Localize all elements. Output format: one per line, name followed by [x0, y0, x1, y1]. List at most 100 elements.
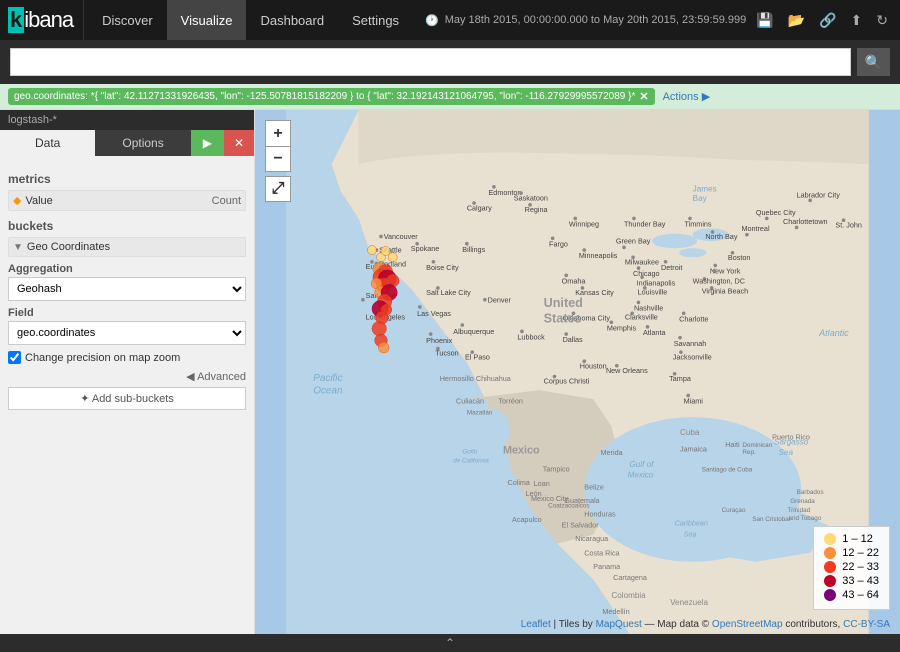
filter-remove[interactable]: ✕	[639, 90, 648, 103]
svg-text:Tampico: Tampico	[543, 464, 570, 473]
refresh-icon[interactable]: ↻	[872, 8, 892, 33]
svg-text:El Salvador: El Salvador	[562, 520, 600, 529]
svg-text:Albuquerque: Albuquerque	[453, 327, 494, 336]
add-sub-buckets-button[interactable]: ✦ Add sub-buckets	[8, 387, 246, 410]
advanced-link[interactable]: ◀ Advanced	[8, 370, 246, 383]
svg-text:Chihuahua: Chihuahua	[476, 374, 512, 383]
svg-text:Omaha: Omaha	[562, 276, 587, 285]
svg-text:Costa Rica: Costa Rica	[584, 548, 620, 557]
searchbar: 🔍	[0, 40, 900, 84]
header: k ibana Discover Visualize Dashboard Set…	[0, 0, 900, 40]
svg-text:Coatzacoalcos: Coatzacoalcos	[548, 503, 589, 510]
svg-text:Denver: Denver	[488, 295, 512, 304]
contributors-text: contributors,	[785, 619, 840, 630]
leaflet-link[interactable]: Leaflet	[521, 619, 551, 630]
osm-link[interactable]: OpenStreetMap	[712, 619, 783, 630]
tab-data[interactable]: Data	[0, 130, 95, 156]
svg-text:Virginia Beach: Virginia Beach	[702, 286, 748, 295]
legend-dot-5	[824, 589, 836, 601]
nav-discover[interactable]: Discover	[88, 0, 167, 40]
svg-text:Winnipeg: Winnipeg	[569, 220, 599, 229]
legend-item-5: 43 – 64	[824, 589, 879, 601]
share-icon[interactable]: 🔗	[815, 8, 840, 33]
legend-range-4: 33 – 43	[842, 575, 879, 587]
tab-options[interactable]: Options	[95, 130, 190, 156]
svg-text:Washington, DC: Washington, DC	[693, 276, 745, 285]
svg-text:Rep.: Rep.	[742, 449, 756, 456]
precision-checkbox[interactable]	[8, 351, 21, 364]
search-button[interactable]: 🔍	[857, 48, 890, 76]
svg-text:Belize: Belize	[584, 482, 604, 491]
svg-text:Houston: Houston	[580, 361, 607, 370]
bottom-bar[interactable]: ⌃	[0, 634, 900, 652]
nav-dashboard[interactable]: Dashboard	[246, 0, 338, 40]
zoom-in-button[interactable]: +	[265, 120, 291, 146]
aggregation-select[interactable]: Geohash	[8, 277, 246, 301]
svg-text:Acapulco: Acapulco	[512, 515, 542, 524]
load-icon[interactable]: 📂	[784, 8, 809, 33]
close-button[interactable]: ✕	[224, 130, 254, 156]
svg-text:Charlotte: Charlotte	[679, 314, 708, 323]
legend-range-3: 22 – 33	[842, 561, 879, 573]
svg-text:Las Vegas: Las Vegas	[417, 309, 451, 318]
svg-text:Vancouver: Vancouver	[384, 232, 419, 241]
svg-text:Lubbock: Lubbock	[517, 332, 545, 341]
svg-text:States: States	[544, 311, 582, 325]
save-icon[interactable]: 💾	[752, 8, 777, 33]
run-button[interactable]: ▶	[191, 130, 224, 156]
svg-text:Memphis: Memphis	[607, 323, 637, 332]
fit-bounds-button[interactable]: ⤢	[265, 176, 291, 202]
svg-text:Clarksville: Clarksville	[625, 313, 658, 322]
svg-text:Thunder Bay: Thunder Bay	[624, 220, 666, 229]
embed-icon[interactable]: ⬆	[847, 8, 867, 33]
svg-text:Sea: Sea	[684, 529, 697, 538]
metric-icon: ◆	[13, 194, 21, 207]
svg-text:Savannah: Savannah	[674, 339, 707, 348]
logo-rest: ibana	[24, 7, 73, 33]
nav-visualize[interactable]: Visualize	[167, 0, 247, 40]
legend-dot-4	[824, 575, 836, 587]
buckets-title: buckets	[8, 219, 246, 233]
svg-text:Saskatoon: Saskatoon	[514, 193, 548, 202]
license-link[interactable]: CC-BY-SA	[843, 619, 890, 630]
svg-text:El Paso: El Paso	[465, 352, 490, 361]
field-select[interactable]: geo.coordinates	[8, 321, 246, 345]
svg-text:Mexico: Mexico	[503, 444, 540, 456]
search-input[interactable]	[10, 48, 851, 76]
svg-text:León: León	[526, 489, 542, 498]
svg-text:Nicaragua: Nicaragua	[575, 534, 609, 543]
precision-label: Change precision on map zoom	[25, 352, 180, 364]
legend-dot-2	[824, 547, 836, 559]
actions-link[interactable]: Actions ▶	[663, 90, 711, 103]
legend-dot-1	[824, 533, 836, 545]
legend-item-4: 33 – 43	[824, 575, 879, 587]
zoom-out-button[interactable]: −	[265, 146, 291, 172]
svg-text:Charlottetown: Charlottetown	[783, 217, 828, 226]
svg-text:Tucson: Tucson	[435, 349, 458, 358]
svg-text:Tampa: Tampa	[669, 374, 692, 383]
svg-text:Minneapolis: Minneapolis	[579, 251, 618, 260]
mapquest-link[interactable]: MapQuest	[596, 619, 642, 630]
filter-pill[interactable]: geo.coordinates: *{ "lat": 42.1127133192…	[8, 88, 655, 105]
svg-text:Detroit: Detroit	[661, 263, 682, 272]
svg-text:Sea: Sea	[779, 448, 794, 457]
map-legend: 1 – 12 12 – 22 22 – 33 33 – 43 43 – 64	[813, 526, 890, 610]
metrics-title: metrics	[8, 172, 246, 186]
svg-text:North Bay: North Bay	[705, 232, 737, 241]
svg-text:Miami: Miami	[684, 397, 704, 406]
svg-text:Cuba: Cuba	[680, 428, 700, 437]
bucket-row-geo[interactable]: ▼ Geo Coordinates	[8, 237, 246, 257]
map-svg: Pacific Ocean Atlantic Sargasso Sea Gulf…	[255, 110, 900, 634]
chevron-up-icon: ⌃	[445, 636, 455, 650]
legend-item-2: 12 – 22	[824, 547, 879, 559]
svg-text:Caribbean: Caribbean	[675, 519, 708, 528]
svg-text:and Tobago: and Tobago	[788, 515, 821, 522]
svg-text:St. John: St. John	[835, 220, 861, 229]
svg-text:Milwaukee: Milwaukee	[625, 257, 659, 266]
bucket-toggle[interactable]: ▼	[13, 242, 23, 253]
map-container[interactable]: Pacific Ocean Atlantic Sargasso Sea Gulf…	[255, 110, 900, 634]
svg-text:Barbados: Barbados	[797, 489, 824, 496]
legend-dot-3	[824, 561, 836, 573]
nav-settings[interactable]: Settings	[338, 0, 413, 40]
svg-text:Calgary: Calgary	[467, 203, 492, 212]
